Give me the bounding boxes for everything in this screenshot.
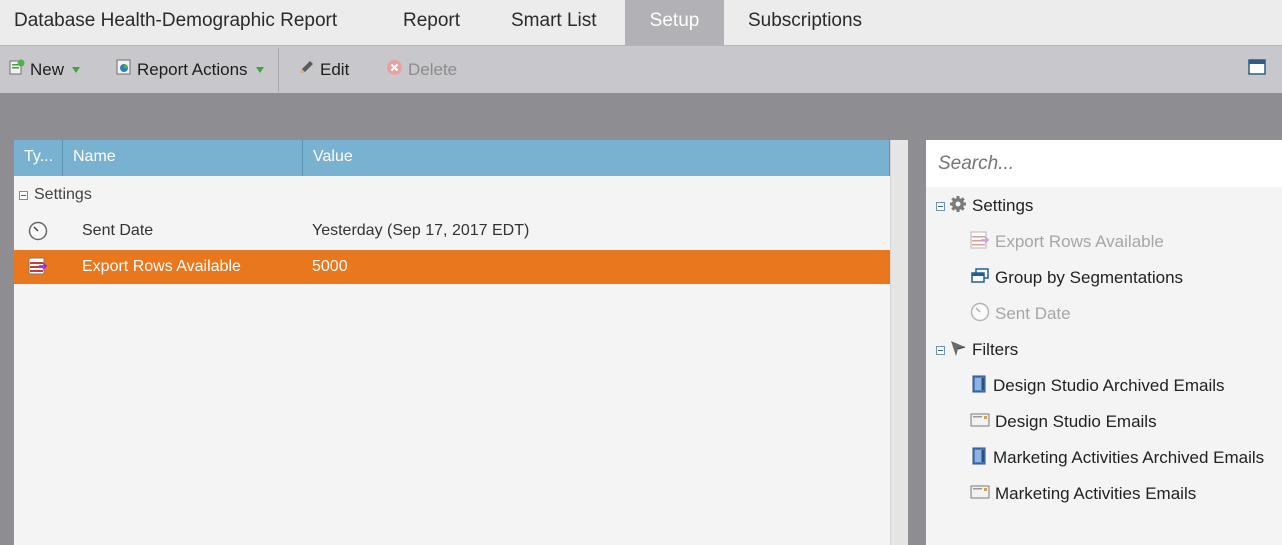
tree-item-sent-date[interactable]: Sent Date (970, 299, 1071, 329)
collapse-icon[interactable] (936, 201, 945, 211)
pencil-icon (298, 59, 315, 81)
tree-item-label: Design Studio Emails (995, 412, 1157, 431)
new-label: New (30, 59, 65, 79)
email-icon (970, 412, 990, 433)
tab-subscriptions[interactable]: Subscriptions (748, 0, 862, 45)
tree-item-label: Export Rows Available (995, 232, 1164, 251)
tree-filter-design-studio-archived-emails[interactable]: Design Studio Archived Emails (970, 371, 1225, 401)
edit-label: Edit (320, 59, 350, 79)
column-header-name[interactable]: Name (63, 140, 303, 176)
toolbar-divider (278, 48, 279, 92)
grid-header: Ty... Name Value (14, 140, 890, 176)
tree-panel: Settings Export Rows Available Group by … (926, 140, 1282, 545)
report-actions-button[interactable]: Report Actions (116, 46, 264, 93)
chevron-down-icon (255, 66, 264, 73)
tree-item-label: Sent Date (995, 304, 1071, 323)
archived-email-icon (970, 375, 988, 398)
table-row-selected[interactable]: Export Rows Available 5000 (14, 250, 890, 284)
edit-button[interactable]: Edit (298, 46, 349, 93)
row-name: Export Rows Available (82, 258, 241, 275)
segmentation-icon (970, 267, 990, 290)
group-label: Settings (34, 186, 92, 203)
email-icon (970, 484, 990, 505)
collapse-icon[interactable] (19, 190, 28, 200)
tree-item-group-by-segmentations[interactable]: Group by Segmentations (970, 263, 1183, 293)
table-row[interactable]: Sent Date Yesterday (Sep 17, 2017 EDT) (14, 214, 890, 248)
tab-report-name[interactable]: Database Health-Demographic Report (14, 0, 337, 45)
column-header-type[interactable]: Ty... (14, 140, 63, 176)
column-header-value[interactable]: Value (303, 140, 890, 176)
archived-email-icon (970, 447, 988, 470)
tab-report[interactable]: Report (403, 0, 460, 45)
new-button[interactable]: New (9, 46, 81, 93)
collapse-icon[interactable] (936, 345, 945, 355)
tree-group-label: Filters (972, 340, 1019, 359)
tree-item-label: Marketing Activities Emails (995, 484, 1197, 503)
tree-filter-marketing-activities-emails[interactable]: Marketing Activities Emails (970, 479, 1196, 509)
tree-filter-design-studio-emails[interactable]: Design Studio Emails (970, 407, 1157, 437)
export-rows-icon (28, 257, 48, 280)
report-actions-label: Report Actions (137, 59, 248, 79)
gear-icon (949, 195, 967, 218)
tree-group-settings[interactable]: Settings (936, 191, 1033, 221)
filter-funnel-icon (949, 339, 967, 362)
tree-item-export-rows[interactable]: Export Rows Available (970, 227, 1164, 257)
row-name: Sent Date (82, 222, 154, 239)
tab-smart-list[interactable]: Smart List (511, 0, 597, 45)
tree-item-label: Group by Segmentations (995, 268, 1184, 287)
new-icon (9, 59, 25, 80)
grid-scrollbar[interactable] (890, 140, 908, 545)
row-value: Yesterday (Sep 17, 2017 EDT) (312, 222, 530, 239)
maximize-icon (1248, 59, 1266, 80)
tree-filter-marketing-activities-archived-emails[interactable]: Marketing Activities Archived Emails (970, 443, 1264, 473)
chevron-down-icon (72, 66, 81, 73)
setup-grid: Ty... Name Value Settings Sent Date Yest… (14, 140, 908, 545)
tab-setup[interactable]: Setup (625, 0, 724, 45)
delete-icon (386, 59, 403, 81)
row-value: 5000 (312, 258, 348, 275)
group-row-settings[interactable]: Settings (14, 176, 890, 214)
clock-icon (28, 221, 48, 246)
delete-label: Delete (408, 59, 458, 79)
export-rows-icon (970, 231, 990, 254)
report-actions-icon (116, 59, 132, 80)
tab-bar: Database Health-Demographic Report Repor… (0, 0, 1282, 45)
clock-icon (970, 302, 990, 327)
maximize-button[interactable] (1248, 46, 1266, 93)
tree-item-label: Marketing Activities Archived Emails (993, 448, 1265, 467)
toolbar: New Report Actions Edit Delete (0, 45, 1282, 93)
tree-item-label: Design Studio Archived Emails (993, 376, 1225, 395)
delete-button[interactable]: Delete (386, 46, 457, 93)
tree-group-filters[interactable]: Filters (936, 335, 1018, 365)
search-input[interactable] (926, 140, 1282, 187)
tree-group-label: Settings (972, 196, 1034, 215)
